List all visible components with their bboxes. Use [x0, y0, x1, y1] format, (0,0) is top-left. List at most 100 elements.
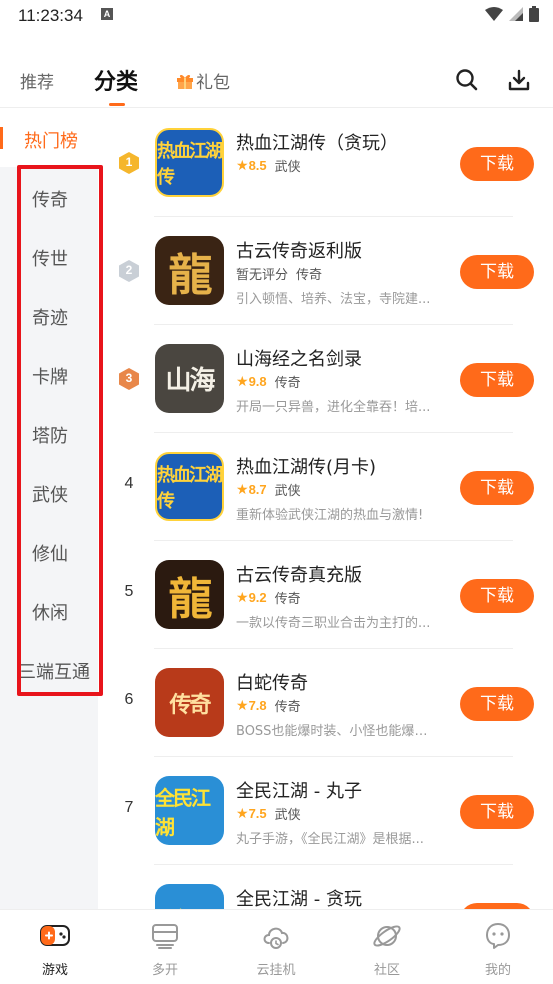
star-icon: ★: [236, 589, 249, 606]
game-score: 8.5: [248, 157, 267, 173]
game-title: 热血江湖传(月卡): [236, 457, 377, 478]
download-icon[interactable]: [507, 68, 531, 92]
nav-item-games[interactable]: 游戏: [0, 910, 110, 984]
game-genre: 传奇: [296, 268, 323, 283]
game-icon-art: 全民: [155, 884, 224, 910]
list-item[interactable]: 2 龍 古云传奇返利版 暂无评分 传奇 引入顿悟、培养、法宝，寺院建... 下载: [110, 217, 553, 325]
game-genre: 武侠: [274, 160, 301, 175]
notification-icon: A: [101, 8, 113, 20]
status-time: 11:23:34: [18, 6, 83, 25]
status-icons: [485, 6, 539, 22]
highlight-annotation-box: [17, 165, 103, 696]
download-button[interactable]: 下载: [460, 471, 534, 505]
game-icon: 热血江湖传: [155, 452, 224, 521]
game-icon-art: 传奇: [169, 691, 211, 718]
game-icon-art: 龍: [168, 249, 213, 301]
nav-label: 云挂机: [256, 963, 296, 978]
game-icon: 山海: [155, 344, 224, 413]
game-title: 全民江湖 - 丸子: [236, 781, 362, 802]
nav-item-multi[interactable]: 多开: [110, 910, 220, 984]
rank-number: 3: [125, 371, 133, 385]
game-icon-art: 热血江湖传: [157, 140, 222, 188]
game-title: 全民江湖 - 贪玩: [236, 889, 362, 909]
game-meta: 暂无评分 传奇: [236, 264, 322, 283]
nav-item-cloud[interactable]: 云挂机: [221, 910, 331, 984]
game-genre: 武侠: [274, 808, 301, 823]
list-item[interactable]: 全民 全民江湖 - 贪玩 下载: [110, 865, 553, 909]
sidebar-item-label: 热门榜: [24, 131, 78, 152]
list-item[interactable]: 1 热血江湖传 热血江湖传（贪玩） ★8.5 武侠 下载: [110, 109, 553, 217]
search-icon[interactable]: [455, 68, 479, 92]
sidebar-item-hot[interactable]: 热门榜: [0, 109, 98, 167]
tab-category[interactable]: 分类: [94, 64, 138, 96]
nav-label: 多开: [151, 963, 178, 978]
game-genre: 传奇: [274, 592, 301, 607]
download-button[interactable]: 下载: [460, 687, 534, 721]
tab-recommend[interactable]: 推荐: [20, 68, 54, 93]
multi-window-icon: [152, 924, 178, 949]
game-score: 9.2: [248, 589, 267, 605]
game-meta: ★7.5 武侠: [236, 804, 301, 824]
game-meta: ★9.8 传奇: [236, 372, 301, 392]
nav-label: 我的: [484, 963, 511, 978]
download-button[interactable]: 下载: [460, 579, 534, 613]
bottom-nav: 游戏 多开 云挂机 社区 我的: [0, 909, 553, 984]
rank-number: 1: [125, 155, 133, 169]
rank-number: 4: [124, 475, 134, 492]
cloud-icon: [263, 927, 289, 949]
game-title: 古云传奇真充版: [236, 565, 362, 586]
wifi-icon: [485, 7, 503, 21]
download-button[interactable]: 下载: [460, 147, 534, 181]
game-description: 引入顿悟、培养、法宝，寺院建...: [236, 292, 431, 307]
star-icon: ★: [236, 157, 249, 174]
game-icon-art: 全民江湖: [155, 785, 211, 839]
rank-number: 5: [124, 583, 134, 600]
planet-icon: [373, 925, 401, 947]
game-description: BOSS也能爆时装、小怪也能爆终...: [236, 724, 436, 739]
nav-item-community[interactable]: 社区: [332, 910, 442, 984]
game-score: 8.7: [248, 481, 267, 497]
list-item[interactable]: 3 山海 山海经之名剑录 ★9.8 传奇 开局一只异兽，进化全靠吞！培... 下…: [110, 325, 553, 433]
star-icon: ★: [236, 373, 249, 390]
game-list: 1 热血江湖传 热血江湖传（贪玩） ★8.5 武侠 下载 2 龍 古云传奇返利版…: [110, 109, 553, 909]
rank-number: 6: [124, 691, 134, 708]
game-icon: 龍: [155, 560, 224, 629]
list-item[interactable]: 6 传奇 白蛇传奇 ★7.8 传奇 BOSS也能爆时装、小怪也能爆终... 下载: [110, 649, 553, 757]
download-button[interactable]: 下载: [460, 255, 534, 289]
status-bar: 11:23:34 A: [0, 0, 553, 34]
download-button[interactable]: 下载: [460, 795, 534, 829]
game-score: 7.5: [248, 805, 267, 821]
game-title: 山海经之名剑录: [236, 349, 362, 370]
game-score: 7.8: [248, 697, 267, 713]
game-meta: ★8.5 武侠: [236, 156, 301, 176]
gamepad-icon: [40, 925, 70, 946]
top-tab-bar: 推荐 分类 礼包: [0, 58, 553, 108]
game-icon: 龍: [155, 236, 224, 305]
tab-active-indicator: [109, 103, 125, 106]
nav-label: 社区: [373, 963, 400, 978]
list-item[interactable]: 4 热血江湖传 热血江湖传(月卡) ★8.7 武侠 重新体验武侠江湖的热血与激情…: [110, 433, 553, 541]
download-button[interactable]: 下载: [460, 363, 534, 397]
game-meta: ★9.2 传奇: [236, 588, 301, 608]
rank-number: 2: [125, 263, 133, 277]
game-icon-art: 山海: [165, 366, 215, 396]
list-item[interactable]: 7 全民江湖 全民江湖 - 丸子 ★7.5 武侠 丸子手游，《全民江湖》是根据.…: [110, 757, 553, 865]
game-description: 丸子手游，《全民江湖》是根据...: [236, 832, 424, 847]
sidebar-active-indicator: [0, 127, 3, 149]
game-genre: 传奇: [274, 376, 301, 391]
list-item[interactable]: 5 龍 古云传奇真充版 ★9.2 传奇 一款以传奇三职业合击为主打的... 下载: [110, 541, 553, 649]
game-title: 古云传奇返利版: [236, 241, 362, 262]
nav-label: 游戏: [41, 963, 68, 978]
star-icon: ★: [236, 481, 249, 498]
gift-icon: [177, 74, 193, 89]
game-description: 开局一只异兽，进化全靠吞！培...: [236, 400, 431, 415]
nav-item-profile[interactable]: 我的: [443, 910, 553, 984]
game-genre: 武侠: [274, 484, 301, 499]
profile-icon: [486, 923, 510, 949]
tab-gift[interactable]: 礼包: [176, 68, 230, 93]
tab-gift-label: 礼包: [196, 73, 230, 93]
game-score: 暂无评分: [236, 268, 289, 283]
game-title: 白蛇传奇: [236, 673, 308, 694]
game-title: 热血江湖传（贪玩）: [236, 133, 398, 154]
game-score: 9.8: [248, 373, 267, 389]
